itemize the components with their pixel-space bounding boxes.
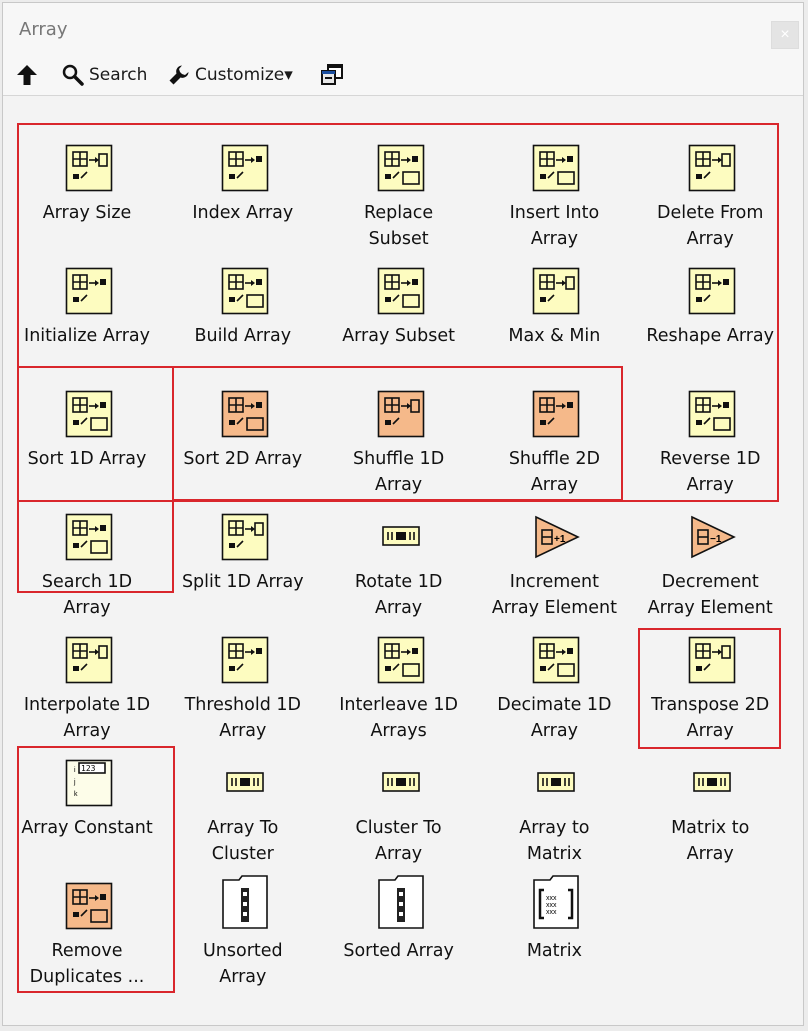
array-to-matrix-icon xyxy=(532,759,580,807)
customize-label: Customize▾ xyxy=(195,65,293,85)
palette-window: Array × Search Customize▾ Array Size Inde… xyxy=(2,2,804,1026)
array-to-cluster-icon xyxy=(221,759,269,807)
threshold-1d-array-icon xyxy=(221,636,269,684)
palette-item-increment-array-element[interactable]: +1 Increment Array Element xyxy=(476,469,632,618)
view-button[interactable] xyxy=(319,63,345,87)
palette-item-build-array[interactable]: Build Array xyxy=(165,223,321,346)
palette-item-decrement-array-element[interactable]: −1 Decrement Array Element xyxy=(632,469,788,618)
max-min-icon xyxy=(532,267,580,315)
matrix-to-array-icon xyxy=(688,759,736,807)
sorted-array-icon xyxy=(377,874,425,930)
palette-item-insert-into-array[interactable]: Insert Into Array xyxy=(476,100,632,249)
palette-item-unsorted-array[interactable]: Unsorted Array xyxy=(165,838,321,987)
remove-duplicates-icon xyxy=(65,882,113,930)
palette-item-sorted-array[interactable]: Sorted Array xyxy=(321,838,477,961)
window-title: Array xyxy=(19,19,68,40)
interpolate-1d-array-icon xyxy=(65,636,113,684)
array-constant-icon: 123 i j k xyxy=(65,759,113,807)
decimate-1d-array-icon xyxy=(532,636,580,684)
svg-text:j: j xyxy=(73,779,76,786)
array-size-icon xyxy=(65,144,113,192)
palette-item-interpolate-1d-array[interactable]: Interpolate 1D Array xyxy=(9,592,165,741)
transpose-2d-array-icon xyxy=(688,636,736,684)
palette-item-matrix-to-array[interactable]: Matrix to Array xyxy=(632,715,788,864)
reverse-1d-array-icon xyxy=(688,390,736,438)
index-array-icon xyxy=(221,144,269,192)
palette-item-label: Matrix to Array xyxy=(671,818,750,864)
search-icon xyxy=(62,64,84,86)
palette-item-shuffle-2d-array[interactable]: Shuffle 2D Array xyxy=(476,346,632,495)
palette-item-remove-duplicates[interactable]: Remove Duplicates ... xyxy=(9,838,165,987)
search-1d-array-icon xyxy=(65,513,113,561)
increment-array-element-icon: +1 xyxy=(532,513,581,561)
palette-item-replace-subset[interactable]: Replace Subset xyxy=(321,100,477,249)
svg-text:k: k xyxy=(74,791,78,798)
palette-item-initialize-array[interactable]: Initialize Array xyxy=(9,223,165,346)
svg-text:−1: −1 xyxy=(710,534,722,545)
palette-item-threshold-1d-array[interactable]: Threshold 1D Array xyxy=(165,592,321,741)
initialize-array-icon xyxy=(65,267,113,315)
palette-item-matrix[interactable]: xxx xxx xxx Matrix xyxy=(476,838,632,961)
palette-item-shuffle-1d-array[interactable]: Shuffle 1D Array xyxy=(321,346,477,495)
replace-subset-icon xyxy=(377,144,425,192)
svg-text:xxx: xxx xyxy=(546,909,557,916)
palette-item-reshape-array[interactable]: Reshape Array xyxy=(632,223,788,346)
shuffle-1d-array-icon xyxy=(377,390,425,438)
palette-item-array-size[interactable]: Array Size xyxy=(9,100,165,223)
palette-item-transpose-2d-array[interactable]: Transpose 2D Array xyxy=(632,592,788,741)
reshape-array-icon xyxy=(688,267,736,315)
palette-item-decimate-1d-array[interactable]: Decimate 1D Array xyxy=(476,592,632,741)
cluster-to-array-icon xyxy=(377,759,425,807)
split-1d-array-icon xyxy=(221,513,269,561)
search-label: Search xyxy=(89,65,148,85)
wrench-icon xyxy=(169,65,189,85)
rotate-1d-array-icon xyxy=(377,513,425,561)
insert-into-array-icon xyxy=(532,144,580,192)
interleave-1d-arrays-icon xyxy=(377,636,425,684)
palette-view-icon xyxy=(321,64,343,85)
title-bar: Array × xyxy=(3,3,803,55)
palette-item-label: Sorted Array xyxy=(343,941,454,961)
svg-text:xxx: xxx xyxy=(546,895,557,902)
palette-item-interleave-1d-arrays[interactable]: Interleave 1D Arrays xyxy=(321,592,477,741)
palette-item-sort-2d-array[interactable]: Sort 2D Array xyxy=(165,346,321,469)
unsorted-array-icon xyxy=(221,874,269,930)
palette-item-array-subset[interactable]: Array Subset xyxy=(321,223,477,346)
svg-text:123: 123 xyxy=(81,764,96,773)
palette-item-index-array[interactable]: Index Array xyxy=(165,100,321,223)
palette-item-label: Remove Duplicates ... xyxy=(29,941,145,987)
build-array-icon xyxy=(221,267,269,315)
palette-grid: Array Size Index Array Replace Subset Insert… xyxy=(7,98,801,1023)
toolbar: Search Customize▾ xyxy=(3,55,803,96)
svg-text:+1: +1 xyxy=(554,534,566,545)
matrix-icon: xxx xxx xxx xyxy=(532,874,580,930)
close-button[interactable]: × xyxy=(771,21,799,49)
delete-from-array-icon xyxy=(688,144,736,192)
palette-item-sort-1d-array[interactable]: Sort 1D Array xyxy=(9,346,165,469)
search-button[interactable]: Search xyxy=(61,63,147,87)
palette-item-delete-from-array[interactable]: Delete From Array xyxy=(632,100,788,249)
palette-item-max-min[interactable]: Max & Min xyxy=(476,223,632,346)
palette-item-search-1d-array[interactable]: Search 1D Array xyxy=(9,469,165,618)
up-button[interactable] xyxy=(15,63,39,87)
palette-item-array-constant[interactable]: 123 i j k Array Constant xyxy=(9,715,165,838)
shuffle-2d-array-icon xyxy=(532,390,580,438)
palette-item-rotate-1d-array[interactable]: Rotate 1D Array xyxy=(321,469,477,618)
customize-button[interactable]: Customize▾ xyxy=(167,63,293,87)
palette-item-reverse-1d-array[interactable]: Reverse 1D Array xyxy=(632,346,788,495)
decrement-array-element-icon: −1 xyxy=(688,513,737,561)
palette-item-label: Unsorted Array xyxy=(202,941,283,987)
array-subset-icon xyxy=(377,267,425,315)
palette-item-array-to-cluster[interactable]: Array To Cluster xyxy=(165,715,321,864)
svg-text:xxx: xxx xyxy=(546,902,557,909)
sort-2d-array-icon xyxy=(221,390,269,438)
palette-item-split-1d-array[interactable]: Split 1D Array xyxy=(165,469,321,592)
up-arrow-icon xyxy=(17,65,37,85)
palette-item-cluster-to-array[interactable]: Cluster To Array xyxy=(321,715,477,864)
palette-item-array-to-matrix[interactable]: Array to Matrix xyxy=(476,715,632,864)
sort-1d-array-icon xyxy=(65,390,113,438)
palette-item-label: Matrix xyxy=(526,941,582,961)
